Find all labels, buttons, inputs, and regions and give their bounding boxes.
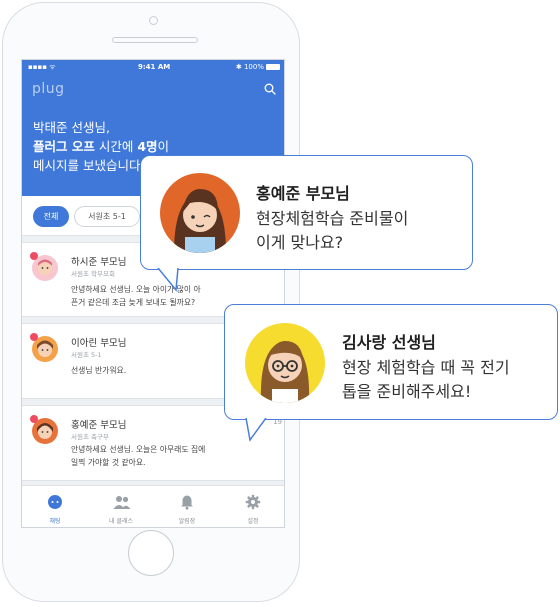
sender-name: 이아린 부모님: [71, 338, 127, 349]
sender-name: 홍예준 부모님: [71, 420, 127, 431]
unread-badge: [30, 415, 38, 423]
battery-indicator: ✱ 100%: [236, 63, 280, 71]
gear-icon: [245, 494, 261, 510]
bubble-sender-name: 홍예준 부모님: [256, 184, 350, 203]
tab-my-class[interactable]: 내 클래스: [88, 486, 154, 527]
filter-chip-all[interactable]: 전체: [33, 206, 69, 227]
sender-name: 하시준 부모님: [71, 257, 127, 268]
tab-label: 알림장: [178, 518, 196, 525]
speech-bubble-parent: 홍예준 부모님 현장체험학습 준비물이 이게 맞나요?: [140, 155, 473, 270]
home-button[interactable]: [128, 530, 174, 576]
greeting-line1: 박태준 선생님,: [33, 120, 110, 135]
camera-dot: [149, 16, 158, 25]
app-screen: ▪▪▪▪ ᯤ 9:41 AM ✱ 100% plug 박태준 선생님, 플러그 …: [21, 59, 285, 528]
tab-label: 내 클래스: [109, 518, 133, 525]
unread-badge: [30, 252, 38, 260]
tab-settings[interactable]: 설정: [220, 486, 284, 527]
promo-canvas: ▪▪▪▪ ᯤ 9:41 AM ✱ 100% plug 박태준 선생님, 플러그 …: [0, 0, 560, 607]
bubble-tail: [245, 418, 267, 442]
bubble-tail: [157, 268, 179, 292]
sender-group: 서원초 5-1: [71, 351, 102, 359]
phone-frame: ▪▪▪▪ ᯤ 9:41 AM ✱ 100% plug 박태준 선생님, 플러그 …: [2, 2, 300, 602]
unread-badge: [30, 333, 38, 341]
chat-icon: [48, 495, 62, 509]
bubble-message: 현장 체험학습 때 꼭 전기 톱을 준비해주세요!: [342, 358, 510, 401]
app-logo: plug: [32, 81, 65, 97]
tab-notices[interactable]: 알림장: [154, 486, 220, 527]
people-icon: [113, 496, 131, 509]
bubble-message: 현장체험학습 준비물이 이게 맞나요?: [256, 209, 409, 252]
search-icon[interactable]: [264, 83, 276, 95]
message-preview: 안녕하세요 선생님. 오늘은 아무래도 집에 일찍 가야할 것 같아요.: [71, 445, 206, 467]
greeting-line2: 플러그 오프 시간에 4명이: [33, 139, 170, 154]
bubble-sender-name: 김사랑 선생님: [342, 333, 436, 352]
speaker-slot: [112, 37, 198, 43]
tab-label: 설정: [247, 518, 259, 525]
tab-chat[interactable]: 채팅: [22, 486, 88, 527]
avatar: [245, 323, 325, 403]
bell-icon: [181, 495, 193, 510]
sender-group: 서원초 축구부: [71, 433, 109, 441]
bottom-tab-bar: 채팅 내 클래스 알림장 설정: [22, 485, 284, 527]
avatar: [160, 173, 240, 253]
battery-icon: [266, 64, 280, 70]
sender-group: 서원초 학부모회: [71, 270, 115, 278]
status-time: 9:41 AM: [138, 63, 171, 71]
speech-bubble-teacher: 김사랑 선생님 현장 체험학습 때 꼭 전기 톱을 준비해주세요!: [224, 304, 558, 420]
tab-label: 채팅: [49, 518, 61, 525]
filter-chip-class[interactable]: 서원초 5-1: [74, 206, 140, 227]
status-bar: ▪▪▪▪ ᯤ 9:41 AM ✱ 100%: [28, 63, 280, 73]
signal-indicator: ▪▪▪▪ ᯤ: [28, 63, 56, 71]
